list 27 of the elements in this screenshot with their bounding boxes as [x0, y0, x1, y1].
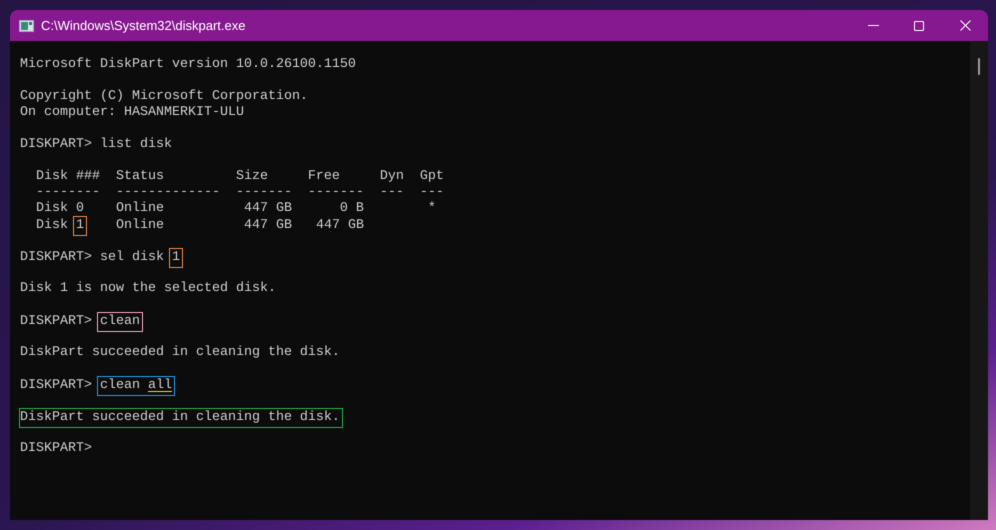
highlighted-text: DiskPart succeeded in cleaning the disk. — [19, 408, 343, 428]
highlighted-text: clean — [96, 312, 143, 332]
scrollbar-thumb[interactable] — [978, 58, 980, 75]
console-text: Disk — [34, 218, 69, 233]
console-text: -------- ------------- ------- ------- --- --- — [34, 185, 444, 200]
console-text: DiskPart succeeded in cleaning the disk. — [20, 345, 340, 360]
minimize-icon — [868, 25, 878, 26]
console-text: On computer: HASANMERKIT-ULU — [20, 105, 244, 120]
console-text: Microsoft DiskPart version 10.0.26100.1150 — [20, 57, 356, 72]
scrollbar[interactable] — [970, 41, 988, 520]
console-text: DISKPART> sel disk — [20, 250, 165, 265]
window-title: C:\Windows\System32\diskpart.exe — [41, 16, 246, 35]
console-text: Disk 1 is now the selected disk. — [20, 281, 276, 296]
console-text: Disk ### Status Size Free Dyn Gpt — [34, 169, 444, 184]
console-text: DISKPART> — [20, 314, 93, 329]
console-app-icon — [19, 20, 34, 32]
highlighted-text: clean all — [96, 376, 175, 396]
console-text: Online 447 GB 447 GB — [114, 218, 364, 233]
close-icon — [960, 20, 970, 31]
console-text: Disk 0 Online 447 GB 0 B * — [34, 201, 436, 216]
console-text: Copyright (C) Microsoft Corporation. — [20, 89, 308, 104]
console-text: DISKPART> list disk — [20, 137, 172, 152]
maximize-icon — [914, 20, 924, 30]
highlighted-text: 1 — [73, 216, 87, 236]
console-text: DISKPART> — [20, 378, 93, 393]
highlighted-text: 1 — [168, 248, 183, 268]
console-text: DISKPART> — [20, 441, 92, 456]
